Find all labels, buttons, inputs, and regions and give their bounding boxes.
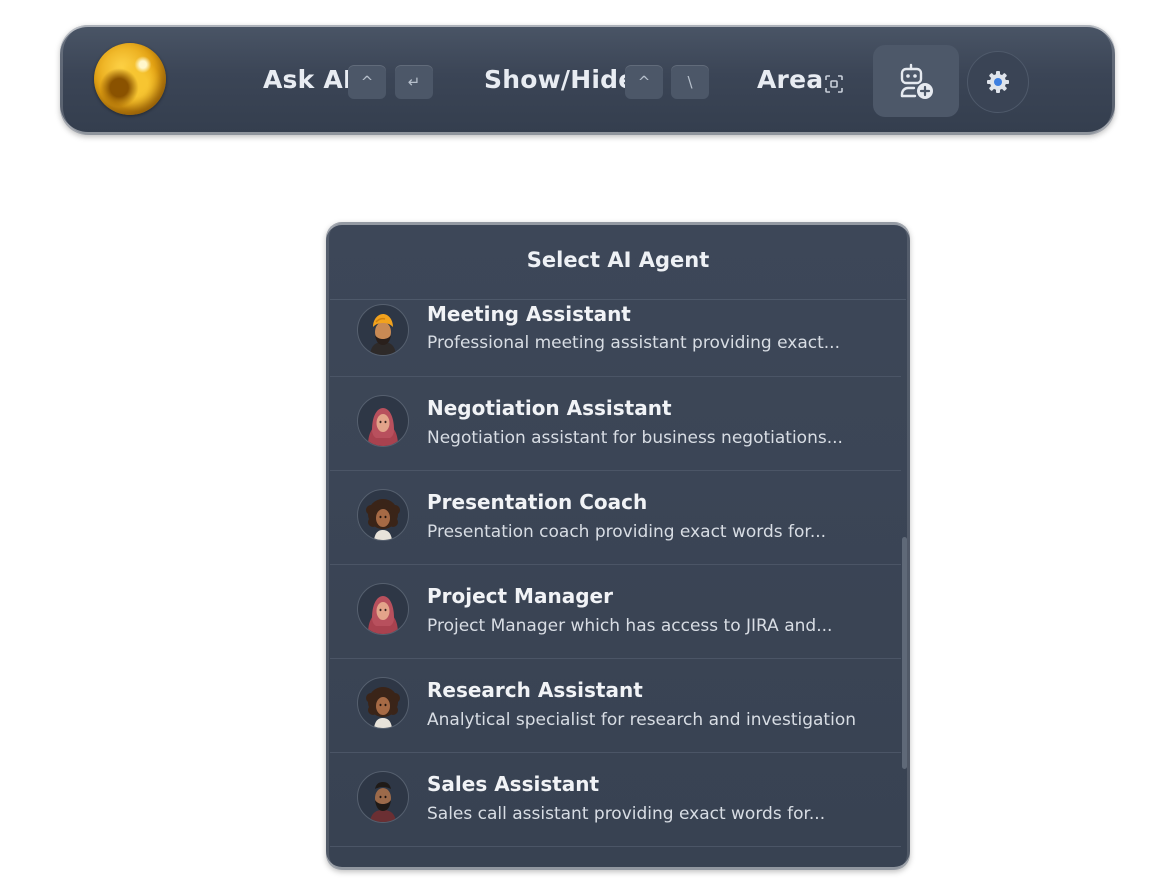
curly-hair-woman-avatar-icon: [357, 489, 409, 541]
agent-name: Negotiation Assistant: [427, 396, 672, 420]
show-hide-label[interactable]: Show/Hide: [484, 65, 635, 95]
screen-capture-icon[interactable]: [824, 74, 844, 94]
agent-item-negotiation-assistant[interactable]: Negotiation Assistant Negotiation assist…: [330, 377, 901, 471]
agent-item-presentation-coach[interactable]: Presentation Coach Presentation coach pr…: [330, 471, 901, 565]
ctrl-key-badge: ^: [625, 65, 663, 99]
logo-orb-icon[interactable]: [94, 43, 166, 115]
ask-ai-label[interactable]: Ask AI: [263, 65, 352, 95]
agent-description: Professional meeting assistant providing…: [427, 333, 840, 353]
agent-name: Research Assistant: [427, 678, 643, 702]
area-label[interactable]: Area: [757, 65, 823, 95]
curly-hair-woman-avatar-icon: [357, 677, 409, 729]
turban-man-avatar-icon: [357, 304, 409, 356]
agent-item-research-assistant[interactable]: Research Assistant Analytical specialist…: [330, 659, 901, 753]
bearded-man-avatar-icon: [357, 771, 409, 823]
agent-description: Negotiation assistant for business negot…: [427, 428, 843, 448]
hijab-woman-avatar-icon: [357, 395, 409, 447]
enter-key-badge: ↵: [395, 65, 433, 99]
panel-title: Select AI Agent: [526, 248, 710, 272]
ctrl-key-badge: ^: [348, 65, 386, 99]
select-agent-panel: Select AI Agent Meeting Assistant Profes…: [326, 222, 910, 870]
add-agent-button[interactable]: [873, 45, 959, 117]
hijab-woman-avatar-icon: [357, 583, 409, 635]
agent-description: Sales call assistant providing exact wor…: [427, 804, 826, 824]
agent-name: Sales Assistant: [427, 772, 600, 796]
agent-item-project-manager[interactable]: Project Manager Project Manager which ha…: [330, 565, 901, 659]
agent-list: Meeting Assistant Professional meeting a…: [330, 300, 901, 847]
agent-item-sales-assistant[interactable]: Sales Assistant Sales call assistant pro…: [330, 753, 901, 847]
agent-name: Meeting Assistant: [427, 302, 631, 326]
agent-item-meeting-assistant[interactable]: Meeting Assistant Professional meeting a…: [330, 300, 901, 377]
agent-description: Presentation coach providing exact words…: [427, 522, 827, 542]
agent-description: Project Manager which has access to JIRA…: [427, 616, 833, 636]
agent-description: Analytical specialist for research and i…: [427, 710, 857, 730]
agent-name: Presentation Coach: [427, 490, 648, 514]
scrollbar[interactable]: [902, 537, 907, 769]
agent-name: Project Manager: [427, 584, 613, 608]
gear-icon: [987, 71, 1009, 93]
floating-toolbar: Ask AI ^ ↵ Show/Hide ^ \ Area: [60, 25, 1115, 135]
add-agent-robot-icon: [900, 63, 933, 99]
backslash-key-badge: \: [671, 65, 709, 99]
settings-button[interactable]: [967, 51, 1029, 113]
